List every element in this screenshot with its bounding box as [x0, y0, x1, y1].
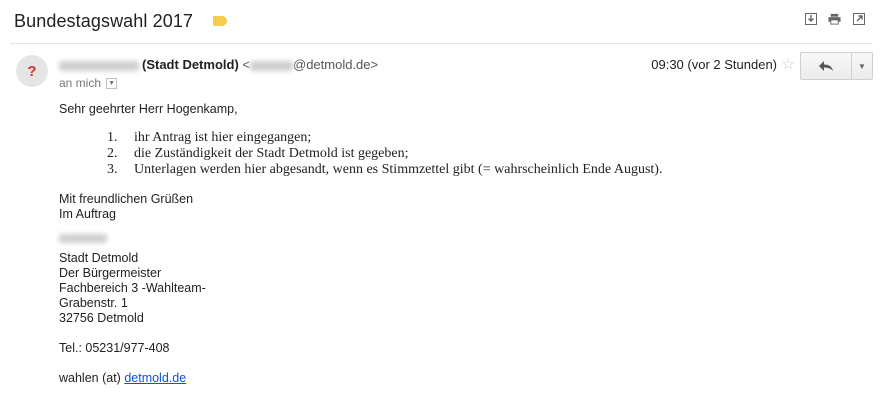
signature-title: Der Bürgermeister [59, 266, 162, 280]
reply-button[interactable] [801, 53, 851, 79]
email-domain-link[interactable]: detmold.de [124, 371, 186, 385]
email-subject: Bundestagswahl 2017 [14, 10, 194, 31]
redacted-signer-name [59, 234, 107, 243]
signature-org: Stadt Detmold [59, 251, 139, 265]
new-window-icon[interactable] [852, 12, 865, 25]
print-icon[interactable] [828, 12, 841, 25]
signature-phone: Tel.: 05231/977-408 [59, 341, 170, 355]
message-time: 09:30 (vor 2 Stunden) [651, 57, 777, 72]
thread-actions [804, 12, 865, 25]
list-item: 1. ihr Antrag ist hier eingegangen; [107, 130, 312, 145]
more-options-button[interactable]: ▼ [851, 53, 872, 79]
subject-row: Bundestagswahl 2017 [14, 8, 228, 34]
show-details-dropdown-icon[interactable]: ▼ [106, 77, 118, 89]
download-icon[interactable] [804, 12, 817, 25]
star-icon[interactable]: ☆ [782, 55, 795, 73]
chevron-down-icon: ▼ [858, 61, 866, 71]
reply-icon [819, 61, 833, 71]
closing-line-2: Im Auftrag [59, 207, 116, 221]
sender-email-domain: @detmold.de> [293, 57, 379, 72]
closing-line-1: Mit freundlichen Grüßen [59, 192, 194, 206]
signature-email: wahlen (at) detmold.de [59, 371, 187, 385]
list-item: 3. Unterlagen werden hier abgesandt, wenn… [107, 162, 663, 177]
sender-org[interactable]: (Stadt Detmold) [142, 57, 239, 72]
signature-department: Fachbereich 3 -Wahlteam- [59, 281, 206, 295]
recipient-line: an mich ▼ [59, 76, 118, 90]
unknown-sender-icon: ? [27, 62, 37, 80]
redacted-email-user [250, 60, 293, 71]
greeting: Sehr geehrter Herr Hogenkamp, [59, 102, 238, 116]
message-body: Sehr geehrter Herr Hogenkamp, 1. ihr Antr… [59, 102, 662, 386]
signature-street: Grabenstr. 1 [59, 296, 128, 310]
sender-line: (Stadt Detmold) < @detmold.de> [59, 57, 378, 72]
label-tag-icon[interactable] [213, 16, 228, 26]
header-divider [10, 43, 873, 44]
recipient-label: an mich [59, 76, 102, 90]
sender-email-prefix: < [242, 57, 250, 72]
redacted-sender-name [59, 60, 139, 71]
sender-avatar[interactable]: ? [16, 55, 48, 87]
signature-city: 32756 Detmold [59, 311, 144, 325]
numbered-list: 1. ihr Antrag ist hier eingegangen; 2. die… [59, 130, 662, 178]
list-item: 2. die Zuständigkeit der Stadt Detmold is… [107, 146, 409, 161]
reply-button-group: ▼ [800, 52, 873, 80]
